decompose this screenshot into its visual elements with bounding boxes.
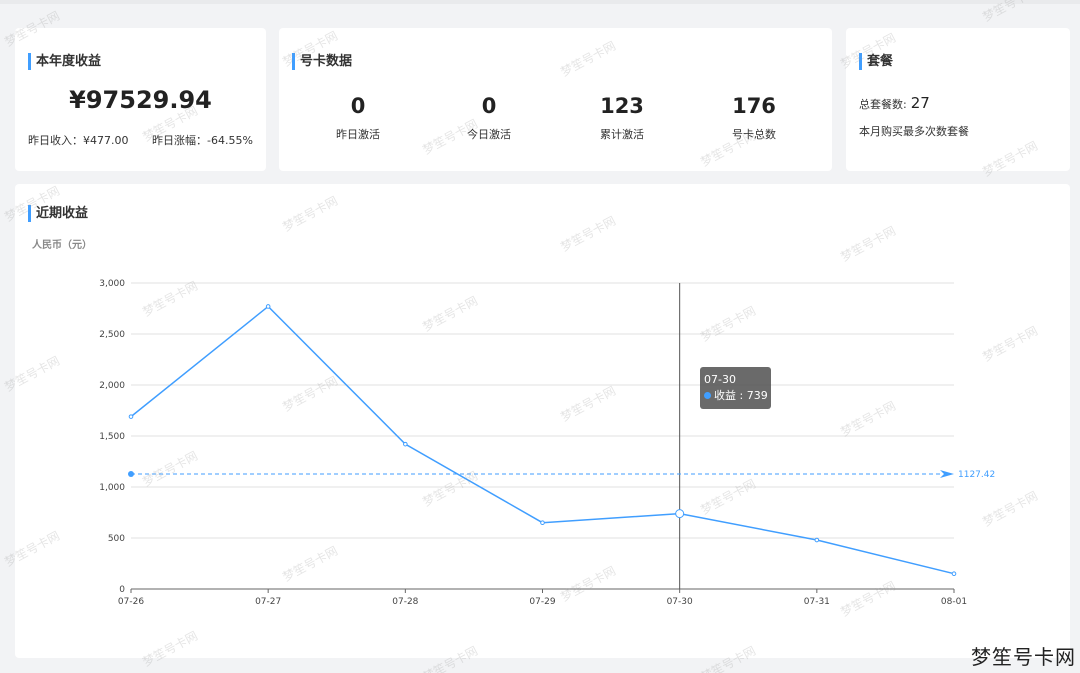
stat-label: 累计激活: [600, 128, 644, 141]
annual-income-title: 本年度收益: [28, 53, 101, 70]
average-arrow-icon: [940, 470, 954, 479]
package-total: 总套餐数: 27: [859, 94, 930, 112]
y-tick-label: 3,000: [99, 279, 125, 289]
data-point: [951, 571, 957, 577]
package-total-value: 27: [910, 94, 930, 112]
card-data-card: 号卡数据 0 昨日激活 0 今日激活 123 累计激活 176 号卡总数: [279, 28, 832, 171]
stat-total-cards: 176 号卡总数: [699, 92, 809, 142]
annual-income-amount: ¥97529.94: [69, 86, 212, 114]
data-point: [540, 520, 545, 526]
x-tick-label: 07-26: [118, 597, 144, 607]
recent-income-card: 近期收益 人民币（元） 0 500 1,000 1,500 2,000 2,500 3,00…: [15, 184, 1070, 658]
package-most-bought: 本月购买最多次数套餐: [859, 125, 969, 138]
y-tick-label: 2,500: [99, 330, 125, 340]
average-start-dot: [128, 471, 134, 478]
stat-label: 号卡总数: [732, 128, 776, 141]
stat-today-activated: 0 今日激活: [434, 92, 544, 142]
x-tick-label: 07-29: [529, 597, 555, 607]
data-point: [128, 414, 134, 419]
stat-yesterday-activated: 0 昨日激活: [303, 92, 413, 142]
stat-value: 0: [350, 94, 366, 118]
tooltip-date: 07-30: [704, 373, 736, 386]
stat-label: 昨日激活: [336, 128, 380, 141]
x-tick-label: 07-28: [392, 597, 418, 607]
stat-value: 176: [732, 94, 776, 118]
card-data-title: 号卡数据: [292, 53, 352, 70]
package-total-label: 总套餐数:: [859, 98, 907, 111]
stat-value: 0: [481, 94, 497, 118]
data-point: [675, 509, 685, 519]
y-tick-label: 1,000: [99, 483, 125, 493]
tooltip-value-text: 收益 : 739: [714, 389, 768, 402]
data-point: [403, 441, 408, 447]
x-tick-label: 07-31: [804, 597, 830, 607]
package-card: 套餐 总套餐数: 27 本月购买最多次数套餐: [846, 28, 1070, 171]
top-divider: [0, 0, 1080, 4]
average-label: 1127.42: [958, 470, 995, 480]
package-title: 套餐: [859, 53, 893, 70]
stat-label: 今日激活: [467, 128, 511, 141]
x-tick-label: 08-01: [941, 597, 967, 607]
y-tick-label: 2,000: [99, 381, 125, 391]
y-tick-label: 0: [119, 585, 125, 595]
data-point: [814, 537, 820, 543]
yesterday-change: 昨日涨幅：-64.55%: [152, 134, 253, 147]
series-dot-icon: [704, 392, 711, 399]
tooltip-value: 收益 : 739: [704, 388, 771, 404]
stat-value: 123: [600, 94, 644, 118]
y-tick-label: 500: [108, 534, 125, 544]
series-line: [130, 305, 955, 575]
brand-logo-text: 梦笙号卡网: [971, 645, 1076, 669]
stat-total-activated: 123 累计激活: [567, 92, 677, 142]
data-point: [265, 304, 271, 309]
x-tick-label: 07-30: [667, 597, 693, 607]
x-tick-label: 07-27: [255, 597, 281, 607]
yesterday-income: 昨日收入：¥477.00: [28, 134, 129, 147]
annual-income-card: 本年度收益 ¥97529.94 昨日收入：¥477.00 昨日涨幅：-64.55…: [15, 28, 266, 171]
chart-tooltip: 07-30 收益 : 739: [700, 367, 771, 409]
income-line-chart[interactable]: 0 500 1,000 1,500 2,000 2,500 3,000 07-26 07-27 0…: [15, 184, 1070, 658]
y-tick-label: 1,500: [99, 432, 125, 442]
